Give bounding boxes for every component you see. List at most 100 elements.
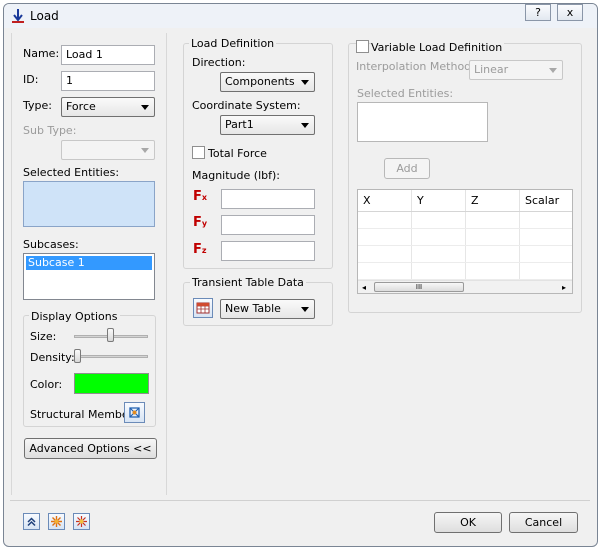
fz-label: Fz xyxy=(193,242,207,257)
grid-cell[interactable] xyxy=(520,263,572,279)
window-title: Load xyxy=(30,9,59,23)
title-bar xyxy=(4,4,597,28)
coord-system-label: Coordinate System: xyxy=(192,99,301,112)
selected-entities-box[interactable] xyxy=(23,181,155,227)
coord-system-select[interactable]: Part1 xyxy=(220,115,315,135)
horizontal-scrollbar[interactable]: ◂ III ▸ xyxy=(358,280,572,293)
type-label: Type: xyxy=(23,99,52,112)
name-input[interactable]: Load 1 xyxy=(61,45,155,65)
structural-member-button[interactable] xyxy=(124,402,145,423)
size-slider-thumb[interactable] xyxy=(106,328,114,342)
chevron-down-icon xyxy=(141,105,149,110)
color-swatch[interactable] xyxy=(74,373,149,394)
subcase-list-item[interactable]: Subcase 1 xyxy=(26,256,152,270)
grid-row[interactable] xyxy=(358,212,572,229)
table-editor-button[interactable] xyxy=(193,298,213,318)
close-button[interactable]: x xyxy=(557,4,583,21)
interpolation-label: Interpolation Method: xyxy=(356,60,475,73)
display-options-title: Display Options xyxy=(29,310,120,323)
magnitude-label: Magnitude (lbf): xyxy=(192,169,280,182)
structural-member-label: Structural Member xyxy=(30,408,134,421)
help-button[interactable]: ? xyxy=(525,4,551,21)
interpolation-value: Linear xyxy=(474,63,509,76)
fy-subscript: y xyxy=(201,219,208,228)
fx-letter: F xyxy=(193,189,202,204)
density-slider-track[interactable] xyxy=(74,355,148,358)
highlight-button[interactable] xyxy=(48,513,65,530)
variable-data-grid[interactable]: X Y Z Scalar xyxy=(357,189,573,294)
fz-input[interactable] xyxy=(221,241,315,261)
collapse-button[interactable] xyxy=(23,513,40,530)
grid-cell[interactable] xyxy=(520,246,572,262)
grid-cell[interactable] xyxy=(412,229,466,245)
grid-cell[interactable] xyxy=(520,229,572,245)
chevron-down-icon xyxy=(301,307,309,312)
variable-entities-box[interactable] xyxy=(357,102,488,142)
direction-value: Components xyxy=(225,75,295,88)
size-label: Size: xyxy=(30,330,57,343)
grid-row[interactable] xyxy=(358,246,572,263)
grid-cell[interactable] xyxy=(466,229,520,245)
help-icon: ? xyxy=(535,6,541,19)
grid-cell[interactable] xyxy=(466,246,520,262)
variable-load-checkbox[interactable] xyxy=(356,40,369,53)
color-label: Color: xyxy=(30,378,63,391)
grid-row[interactable] xyxy=(358,229,572,246)
scroll-grip: III xyxy=(415,283,423,291)
direction-select[interactable]: Components xyxy=(220,72,315,92)
grid-cell[interactable] xyxy=(466,212,520,228)
type-value: Force xyxy=(66,100,96,113)
grid-cell[interactable] xyxy=(358,246,412,262)
cancel-button[interactable]: Cancel xyxy=(509,512,578,533)
fz-subscript: z xyxy=(201,246,207,255)
grid-cell[interactable] xyxy=(466,263,520,279)
grid-column-header[interactable]: Y xyxy=(412,190,466,211)
grid-column-header[interactable]: Z xyxy=(466,190,520,211)
grid-cell[interactable] xyxy=(412,246,466,262)
grid-row[interactable] xyxy=(358,263,572,280)
grid-cell[interactable] xyxy=(358,229,412,245)
variable-entities-label: Selected Entities: xyxy=(357,87,454,100)
id-input[interactable]: 1 xyxy=(61,71,155,91)
interpolation-select[interactable]: Linear xyxy=(469,60,563,80)
transient-table-value: New Table xyxy=(225,302,281,315)
footer-divider xyxy=(10,500,590,501)
column-divider xyxy=(166,33,167,495)
transient-table-select[interactable]: New Table xyxy=(220,299,315,319)
chevron-down-icon xyxy=(301,123,309,128)
grid-cell[interactable] xyxy=(358,263,412,279)
type-select[interactable]: Force xyxy=(61,97,155,117)
add-button[interactable]: Add xyxy=(384,158,430,179)
chevron-down-icon xyxy=(141,148,149,153)
total-force-checkbox[interactable] xyxy=(192,146,205,159)
fy-letter: F xyxy=(193,215,202,230)
grid-cell[interactable] xyxy=(358,212,412,228)
structural-member-icon xyxy=(129,407,140,418)
close-icon: x xyxy=(566,6,574,19)
fy-label: Fy xyxy=(193,215,207,230)
subcases-list[interactable]: Subcase 1 xyxy=(23,253,155,300)
fz-letter: F xyxy=(193,242,202,257)
grid-column-header[interactable]: Scalar xyxy=(520,190,572,211)
scroll-thumb[interactable]: III xyxy=(374,282,464,292)
advanced-options-button[interactable]: Advanced Options << xyxy=(24,438,157,459)
fx-input[interactable] xyxy=(221,189,315,209)
highlight-all-button[interactable] xyxy=(73,513,90,530)
fy-input[interactable] xyxy=(221,215,315,235)
density-slider-thumb[interactable] xyxy=(74,349,81,363)
grid-cell[interactable] xyxy=(520,212,572,228)
id-label: ID: xyxy=(23,73,39,86)
selected-entities-label: Selected Entities: xyxy=(23,166,120,179)
scroll-right-icon[interactable]: ▸ xyxy=(562,283,566,292)
grid-cell[interactable] xyxy=(412,212,466,228)
transient-table-title: Transient Table Data xyxy=(190,276,306,289)
ok-button[interactable]: OK xyxy=(434,512,502,533)
grid-cell[interactable] xyxy=(412,263,466,279)
grid-column-header[interactable]: X xyxy=(358,190,412,211)
subtype-select[interactable] xyxy=(61,140,155,160)
scroll-left-icon[interactable]: ◂ xyxy=(362,283,366,292)
direction-label: Direction: xyxy=(192,56,246,69)
variable-load-label: Variable Load Definition xyxy=(371,41,505,54)
subcases-label: Subcases: xyxy=(23,238,79,251)
burst-icon xyxy=(51,516,62,527)
